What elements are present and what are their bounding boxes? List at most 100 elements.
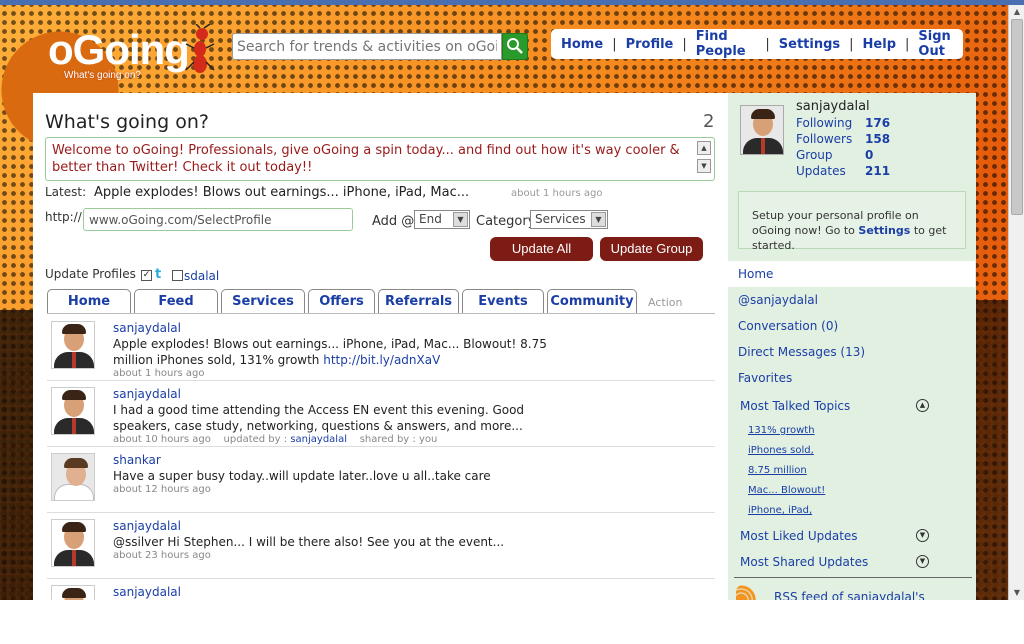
sdalal-checkbox[interactable]: [172, 270, 183, 281]
feed-username[interactable]: sanjaydalal: [113, 321, 181, 335]
stat-value: 0: [865, 148, 874, 162]
topic-link[interactable]: Mac... Blowout!: [748, 485, 825, 496]
sidebar-item-mentions[interactable]: @sanjaydalal: [738, 293, 818, 307]
profile-option-label[interactable]: sdalal: [184, 269, 219, 283]
most-shared-updates-header[interactable]: Most Shared Updates: [740, 555, 868, 569]
url-label: http://: [45, 210, 82, 224]
search-input[interactable]: [233, 34, 501, 59]
scroll-up-icon[interactable]: ▲: [1009, 5, 1024, 19]
tabs-divider: [47, 313, 715, 314]
nav-profile[interactable]: Profile: [626, 37, 674, 52]
add-position-select[interactable]: End ▼: [414, 210, 470, 229]
nav-sign-out[interactable]: Sign Out: [918, 29, 963, 59]
tab-home[interactable]: Home: [47, 289, 131, 313]
tab-offers[interactable]: Offers: [308, 289, 375, 313]
stat-followers[interactable]: Followers 158: [796, 132, 916, 148]
profile-name: sanjaydalal: [796, 99, 870, 114]
nav-separator: |: [765, 36, 770, 52]
most-talked-topics-header[interactable]: Most Talked Topics: [740, 399, 850, 413]
scroll-down-icon[interactable]: ▼: [1009, 586, 1024, 600]
chevron-down-icon: ▼: [453, 212, 468, 227]
page-scrollbar[interactable]: ▲ ▼: [1008, 5, 1024, 600]
ogoing-logo[interactable]: oGoing What's going on?: [48, 24, 218, 84]
tab-services[interactable]: Services: [221, 289, 305, 313]
nav-help[interactable]: Help: [863, 37, 896, 52]
update-group-button[interactable]: Update Group: [600, 237, 703, 261]
search-icon: [507, 38, 523, 54]
update-all-button[interactable]: Update All: [490, 237, 593, 261]
feed-text: I had a good time attending the Access E…: [113, 403, 525, 433]
avatar[interactable]: [51, 453, 95, 501]
tab-community[interactable]: Community: [547, 289, 637, 313]
feed-username[interactable]: sanjaydalal: [113, 387, 181, 401]
sidebar-item-favorites[interactable]: Favorites: [738, 371, 792, 385]
nav-find-people[interactable]: Find People: [696, 29, 757, 59]
expand-icon[interactable]: ▼: [916, 555, 929, 568]
topic-link[interactable]: 8.75 million: [748, 465, 807, 476]
profile-avatar[interactable]: [740, 105, 784, 155]
category-select[interactable]: Services ▼: [530, 210, 608, 229]
url-input[interactable]: [84, 209, 352, 230]
tab-feed[interactable]: Feed: [134, 289, 218, 313]
topic-link[interactable]: iPhones sold,: [748, 445, 814, 456]
feed-meta: about 10 hours ago updated by : sanjayda…: [113, 434, 437, 445]
feed-link[interactable]: http://bit.ly/adnXaV: [323, 353, 440, 367]
stat-label: Following: [796, 116, 853, 130]
sidebar-item-direct-messages[interactable]: Direct Messages (13): [738, 345, 865, 359]
nav-separator: |: [905, 36, 910, 52]
add-position-value: End: [419, 212, 442, 226]
category-value: Services: [535, 212, 586, 226]
topic-link[interactable]: 131% growth: [748, 425, 815, 436]
status-textarea[interactable]: Welcome to oGoing! Professionals, give o…: [45, 137, 715, 181]
tab-events[interactable]: Events: [462, 289, 544, 313]
sidebar-item-home[interactable]: Home: [728, 261, 975, 287]
logo-wordmark: oGoing: [48, 26, 190, 73]
feed-item: sanjaydalal @ssilver Hi Stephen... I wil…: [47, 513, 715, 579]
scroll-up-icon[interactable]: ▲: [697, 141, 711, 155]
updated-by-user[interactable]: sanjaydalal: [290, 434, 347, 445]
avatar[interactable]: [51, 387, 95, 435]
collapse-icon[interactable]: ▲: [916, 399, 929, 412]
scrollbar-thumb[interactable]: [1011, 19, 1023, 215]
avatar[interactable]: [51, 519, 95, 567]
most-liked-updates-header[interactable]: Most Liked Updates: [740, 529, 858, 543]
feed-username[interactable]: sanjaydalal: [113, 585, 181, 599]
feed-timestamp: about 10 hours ago: [113, 434, 211, 445]
feed-message: Apple explodes! Blows out earnings... iP…: [113, 336, 553, 368]
url-field[interactable]: [83, 208, 353, 231]
nav-separator: |: [612, 36, 617, 52]
character-count: 2: [703, 111, 715, 132]
setup-notice: Setup your personal profile on oGoing no…: [738, 191, 966, 252]
expand-icon[interactable]: ▼: [916, 529, 929, 542]
stat-group[interactable]: Group 0: [796, 148, 916, 164]
stat-following[interactable]: Following 176: [796, 116, 916, 132]
settings-link[interactable]: Settings: [858, 224, 910, 237]
search-box[interactable]: [232, 33, 502, 60]
avatar[interactable]: [51, 321, 95, 369]
updated-by-label: updated by :: [223, 434, 288, 445]
twitter-checkbox[interactable]: ✓: [141, 270, 152, 281]
status-text[interactable]: Welcome to oGoing! Professionals, give o…: [52, 142, 692, 176]
feed-timestamp: about 12 hours ago: [113, 484, 211, 495]
nav-settings[interactable]: Settings: [779, 37, 840, 52]
textarea-scrollbar[interactable]: ▲ ▼: [697, 141, 711, 177]
search-button[interactable]: [502, 33, 528, 60]
composer-title: What's going on?: [45, 111, 209, 133]
rss-icon[interactable]: [736, 583, 762, 600]
sidebar-item-conversation[interactable]: Conversation (0): [738, 319, 838, 333]
stat-value: 176: [865, 116, 891, 130]
browser-top-strip: [0, 0, 1024, 5]
stat-label: Updates: [796, 164, 846, 178]
nav-home[interactable]: Home: [561, 37, 603, 52]
logo-tagline: What's going on?: [64, 70, 141, 81]
feed-username[interactable]: shankar: [113, 453, 161, 467]
stat-updates[interactable]: Updates 211: [796, 164, 916, 180]
latest-timestamp: about 1 hours ago: [510, 188, 603, 199]
sidebar-divider: [734, 577, 972, 578]
scroll-down-icon[interactable]: ▼: [697, 159, 711, 173]
latest-update: Latest: Apple explodes! Blows out earnin…: [45, 185, 602, 200]
tab-referrals[interactable]: Referrals: [378, 289, 459, 313]
topic-link[interactable]: iPhone, iPad,: [748, 505, 812, 516]
feed-username[interactable]: sanjaydalal: [113, 519, 181, 533]
latest-text: Apple explodes! Blows out earnings... iP…: [93, 185, 470, 200]
